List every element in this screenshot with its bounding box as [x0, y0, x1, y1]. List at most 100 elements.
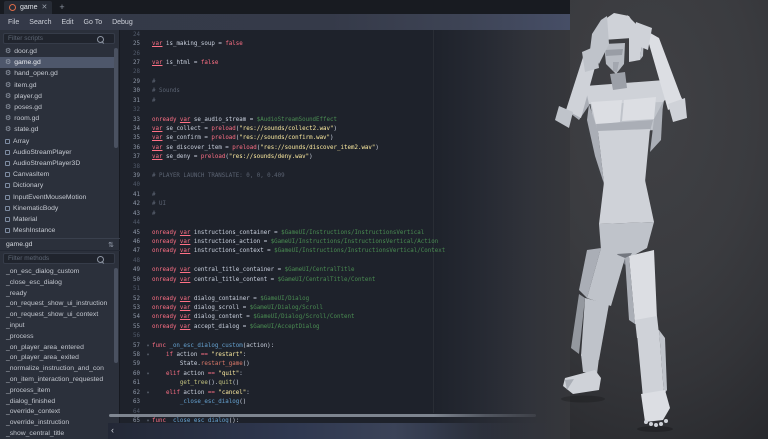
class-icon: [5, 183, 10, 188]
menu-go-to[interactable]: Go To: [84, 19, 103, 26]
menu-debug[interactable]: Debug: [112, 19, 133, 26]
method-item-_normalize_instruction_and_con[interactable]: _normalize_instruction_and_con: [0, 363, 114, 374]
class-item-CanvasItem[interactable]: CanvasItem: [0, 169, 118, 180]
line-number: 28: [120, 69, 144, 75]
token: onready: [152, 267, 180, 273]
method-item-_show_central_title[interactable]: _show_central_title: [0, 428, 114, 439]
class-item-AudioStreamPlayer3D[interactable]: AudioStreamPlayer3D: [0, 158, 118, 169]
script-item-game.gd[interactable]: ⚙game.gd: [0, 57, 118, 68]
method-item-_on_request_show_ui_context[interactable]: _on_request_show_ui_context: [0, 309, 114, 320]
method-item-_on_player_area_entered[interactable]: _on_player_area_entered: [0, 342, 114, 353]
token: [152, 352, 166, 358]
menu-edit[interactable]: Edit: [61, 19, 73, 26]
script-item-item.gd[interactable]: ⚙item.gd: [0, 80, 118, 91]
tab-close-icon[interactable]: ✕: [42, 1, 48, 14]
line-number: 61: [120, 380, 144, 386]
token: restart_game: [201, 361, 243, 367]
method-item-_on_item_interaction_requested[interactable]: _on_item_interaction_requested: [0, 374, 114, 385]
class-icon: [5, 217, 10, 222]
class-item-Dictionary[interactable]: Dictionary: [0, 180, 118, 191]
method-item-_override_instruction[interactable]: _override_instruction: [0, 417, 114, 428]
method-item-_dialog_finished[interactable]: _dialog_finished: [0, 396, 114, 407]
line-number: 51: [120, 286, 144, 292]
menu-search[interactable]: Search: [29, 19, 51, 26]
script-item-hand_open.gd[interactable]: ⚙hand_open.gd: [0, 68, 118, 79]
class-item-Array[interactable]: Array: [0, 136, 118, 147]
script-icon: ⚙: [5, 70, 11, 77]
token: ): [334, 126, 338, 132]
script-item-room.gd[interactable]: ⚙room.gd: [0, 113, 118, 124]
script-item-door.gd[interactable]: ⚙door.gd: [0, 46, 118, 57]
method-item-_override_context[interactable]: _override_context: [0, 406, 114, 417]
script-icon: ⚙: [5, 59, 11, 66]
class-item-InputEventMouseMotion[interactable]: InputEventMouseMotion: [0, 192, 118, 203]
fold-arrow-icon[interactable]: ▾: [144, 343, 152, 349]
current-script-label: game.gd: [6, 241, 32, 248]
method-list-scrollbar[interactable]: [114, 268, 118, 363]
fold-arrow-icon[interactable]: ▾: [144, 390, 152, 396]
gdscript-file-icon: [9, 4, 16, 11]
method-item-_ready[interactable]: _ready: [0, 288, 114, 299]
method-item-_process_item[interactable]: _process_item: [0, 385, 114, 396]
new-tab-button[interactable]: +: [59, 1, 64, 14]
method-item-_on_esc_dialog_custom[interactable]: _on_esc_dialog_custom: [0, 266, 114, 277]
token: ==: [208, 371, 215, 377]
script-item-player.gd[interactable]: ⚙player.gd: [0, 91, 118, 102]
script-icon: ⚙: [5, 115, 11, 122]
method-item-_process[interactable]: _process: [0, 331, 114, 342]
menu-file[interactable]: File: [8, 19, 19, 26]
line-number: 40: [120, 182, 144, 188]
item-label: InputEventMouseMotion: [13, 194, 86, 201]
token: action: [173, 352, 201, 358]
token: #: [152, 79, 156, 85]
token: $AudioStreamSoundEffect: [257, 117, 337, 123]
token: instructions_context =: [190, 248, 274, 254]
token: false: [201, 60, 218, 66]
script-item-poses.gd[interactable]: ⚙poses.gd: [0, 102, 118, 113]
viewport-background: [570, 0, 768, 439]
class-icon: [5, 172, 10, 177]
token: onready: [152, 296, 180, 302]
fold-arrow-icon[interactable]: ▾: [144, 371, 152, 377]
token: dialog_scroll =: [190, 305, 249, 311]
method-item-_on_player_area_exited[interactable]: _on_player_area_exited: [0, 352, 114, 363]
class-item-AudioStreamPlayer[interactable]: AudioStreamPlayer: [0, 147, 118, 158]
class-item-KinematicBody[interactable]: KinematicBody: [0, 203, 118, 214]
tab-game[interactable]: game ✕: [4, 1, 52, 14]
token: central_title_container =: [190, 267, 284, 273]
line-number: 62: [120, 390, 144, 396]
token: var: [152, 154, 162, 160]
script-item-state.gd[interactable]: ⚙state.gd: [0, 124, 118, 135]
token: onready: [152, 314, 180, 320]
token: [152, 399, 180, 405]
line-number: 53: [120, 305, 144, 311]
sort-methods-icon[interactable]: ⇅: [108, 241, 114, 249]
token: # UI: [152, 201, 166, 207]
token: State.: [152, 361, 201, 367]
token: onready: [152, 324, 180, 330]
method-item-_on_request_show_ui_instruction[interactable]: _on_request_show_ui_instruction: [0, 298, 114, 309]
class-item-MeshInstance[interactable]: MeshInstance: [0, 225, 118, 236]
item-label: poses.gd: [14, 104, 42, 111]
item-label: room.gd: [14, 115, 39, 122]
panel-back-arrow[interactable]: ‹: [111, 423, 114, 437]
token: var: [152, 126, 162, 132]
token: ): [309, 154, 313, 160]
class-icon: [5, 139, 10, 144]
token: var: [152, 41, 162, 47]
line-number: 34: [120, 126, 144, 132]
fold-arrow-icon[interactable]: ▾: [144, 352, 152, 358]
line-number: 56: [120, 333, 144, 339]
token: quit: [218, 380, 232, 386]
method-item-_input[interactable]: _input: [0, 320, 114, 331]
script-list-scrollbar[interactable]: [114, 48, 118, 148]
line-number: 29: [120, 79, 144, 85]
token: (): [243, 361, 250, 367]
token: "quit": [218, 371, 239, 377]
token: _close_esc_dialog: [180, 399, 239, 405]
script-list: ⚙door.gd⚙game.gd⚙hand_open.gd⚙item.gd⚙pl…: [0, 46, 120, 238]
class-item-Material[interactable]: Material: [0, 214, 118, 225]
token: $GameUI/CentralTitle/Content: [278, 277, 376, 283]
method-item-_close_esc_dialog[interactable]: _close_esc_dialog: [0, 277, 114, 288]
token: is_html =: [162, 60, 200, 66]
